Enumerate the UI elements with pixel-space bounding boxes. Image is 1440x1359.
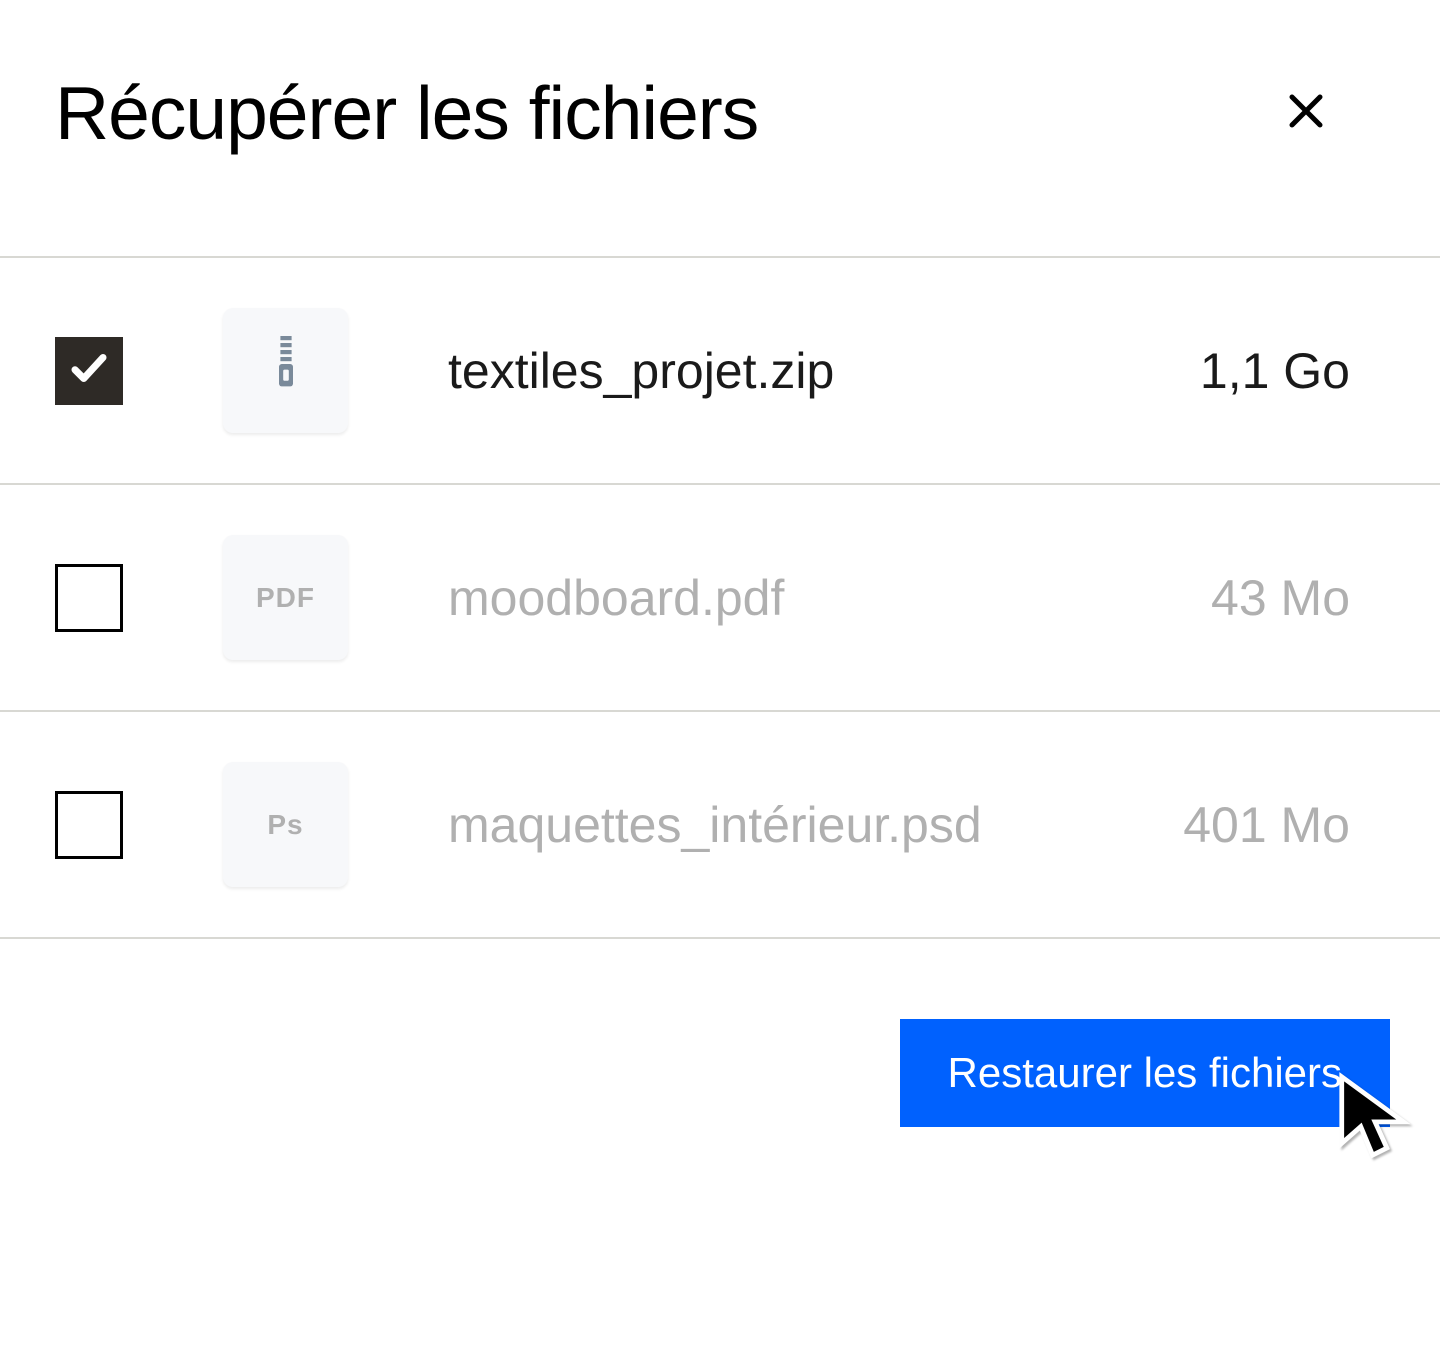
file-row[interactable]: textiles_projet.zip 1,1 Go bbox=[0, 258, 1440, 485]
cursor-icon bbox=[1335, 1072, 1415, 1177]
file-size: 401 Mo bbox=[1183, 796, 1350, 854]
file-icon-label: Ps bbox=[267, 809, 303, 841]
dialog-footer: Restaurer les fichiers bbox=[0, 939, 1440, 1127]
file-size: 43 Mo bbox=[1211, 569, 1350, 627]
file-row[interactable]: Ps maquettes_intérieur.psd 401 Mo bbox=[0, 712, 1440, 939]
file-checkbox[interactable] bbox=[55, 337, 123, 405]
file-icon-label: PDF bbox=[256, 582, 315, 614]
file-row[interactable]: PDF moodboard.pdf 43 Mo bbox=[0, 485, 1440, 712]
restore-button-label: Restaurer les fichiers bbox=[948, 1049, 1342, 1096]
dialog-header: Récupérer les fichiers bbox=[0, 0, 1440, 256]
zip-file-icon bbox=[223, 308, 348, 433]
file-size: 1,1 Go bbox=[1200, 342, 1350, 400]
dialog-title: Récupérer les fichiers bbox=[55, 70, 758, 156]
file-name: moodboard.pdf bbox=[448, 569, 1161, 627]
close-button[interactable] bbox=[1272, 77, 1340, 150]
file-checkbox[interactable] bbox=[55, 564, 123, 632]
pdf-file-icon: PDF bbox=[223, 535, 348, 660]
file-checkbox[interactable] bbox=[55, 791, 123, 859]
close-icon bbox=[1282, 122, 1330, 139]
file-list: textiles_projet.zip 1,1 Go PDF moodboard… bbox=[0, 256, 1440, 939]
restore-button[interactable]: Restaurer les fichiers bbox=[900, 1019, 1390, 1127]
check-icon bbox=[68, 347, 110, 394]
file-name: textiles_projet.zip bbox=[448, 342, 1150, 400]
psd-file-icon: Ps bbox=[223, 762, 348, 887]
file-name: maquettes_intérieur.psd bbox=[448, 796, 1133, 854]
